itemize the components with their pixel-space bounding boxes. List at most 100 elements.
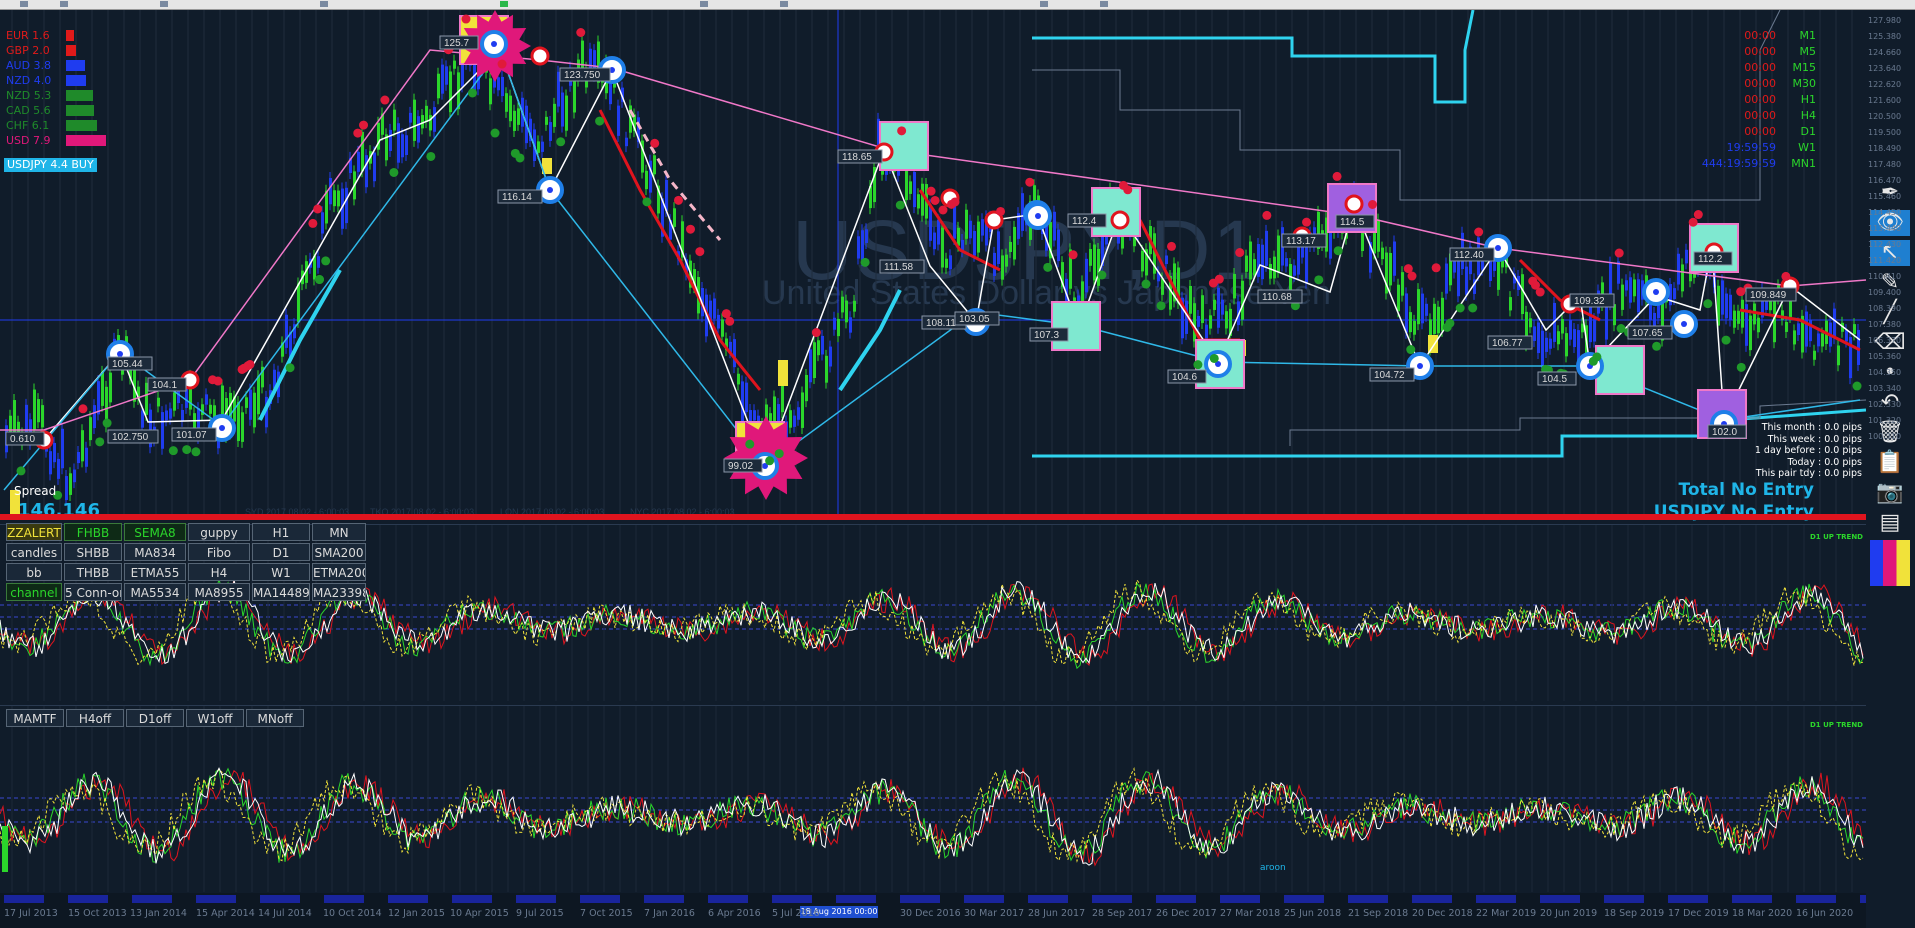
clipboard-icon[interactable]: 📋	[1870, 450, 1910, 476]
indicator-toggle-etma200[interactable]: ETMA200	[312, 563, 366, 581]
toolbar-icon[interactable]	[700, 1, 708, 7]
candle-body	[969, 220, 972, 239]
fractal-down-dot	[168, 446, 178, 456]
strength-row: EUR 1.6	[4, 28, 134, 43]
color-palette-icon[interactable]	[1870, 540, 1910, 586]
fractal-up-dot	[380, 95, 390, 105]
candle-body	[253, 392, 256, 428]
toolbar-icon[interactable]	[320, 1, 328, 7]
timeframe-countdown: 00:00	[1744, 77, 1776, 90]
candle-body	[1241, 280, 1244, 320]
indicator-toggle-bb[interactable]: bb	[6, 563, 62, 581]
price-axis-label: 121.600	[1868, 96, 1902, 105]
candle-body	[1569, 319, 1572, 340]
candle-body	[781, 382, 784, 413]
mtf-toggle-w1off[interactable]: W1off	[186, 709, 244, 727]
candle-body	[977, 221, 980, 253]
strength-bar	[66, 105, 94, 116]
indicator-toggle-guppy[interactable]: guppy	[188, 523, 250, 541]
oscillator-pane-2[interactable]: D1 UP TREND aroon	[0, 705, 1866, 892]
indicator-toggle-h4[interactable]: H4	[188, 563, 250, 581]
total-no-entry-label: Total No Entry	[1678, 480, 1815, 500]
indicator-toggle-ma14489[interactable]: MA14489	[252, 583, 310, 601]
candle-body	[1085, 258, 1088, 293]
candle-body	[1561, 319, 1564, 334]
indicator-toggle-sma200[interactable]: SMA200	[312, 543, 366, 561]
date-tick-marker	[580, 895, 620, 903]
candle-body	[513, 110, 516, 131]
price-chart-canvas[interactable]: 105.44 104.1 0.610 102.750 101.07 125.7 123.75…	[0, 10, 1866, 517]
timeframe-name: H1	[1800, 93, 1816, 106]
candle-body	[1757, 317, 1760, 333]
toolbar-icon[interactable]	[780, 1, 788, 7]
candle-body	[1377, 219, 1380, 252]
indicator-toggle-candles[interactable]: candles	[6, 543, 62, 561]
price-point-label: 111.58	[884, 262, 914, 273]
strength-label: CAD 5.6	[6, 104, 51, 117]
candle-body	[625, 137, 628, 147]
pane-separator[interactable]	[0, 514, 1866, 520]
fractal-up-dot	[461, 14, 471, 24]
pivot-ring-center	[219, 425, 225, 431]
candle-body	[345, 187, 348, 224]
oscillator-2-canvas[interactable]	[0, 706, 1866, 892]
candle-body	[1397, 284, 1400, 312]
price-chart-pane[interactable]: USDJPY,D1 United States Dollar vs Japane…	[0, 10, 1866, 522]
candle-body	[845, 300, 848, 323]
indicator-toggle-channel[interactable]: channel	[6, 583, 62, 601]
indicator-toggle-shbb[interactable]: SHBB	[64, 543, 122, 561]
toolbar-icon[interactable]	[20, 1, 28, 7]
candle-body	[1509, 297, 1512, 311]
candle-body	[85, 447, 88, 467]
toolbar-icon[interactable]	[160, 1, 168, 7]
indicator-toggle-d1[interactable]: D1	[252, 543, 310, 561]
timeframe-name: W1	[1798, 141, 1816, 154]
indicator-toggle-fhbb[interactable]: FHBB	[64, 523, 122, 541]
mtf-toggle-d1off[interactable]: D1off	[126, 709, 184, 727]
indicator-toggle-ma5534[interactable]: MA5534	[124, 583, 186, 601]
indicator-toggle-ma23398[interactable]: MA23398	[312, 583, 366, 601]
strength-label: NZD 5.3	[6, 89, 52, 102]
indicator-toggle-etma55[interactable]: ETMA55	[124, 563, 186, 581]
indicator-toggle-fibo[interactable]: Fibo	[188, 543, 250, 561]
timeframe-countdown: 00:00	[1744, 61, 1776, 74]
toolbar-icon[interactable]	[500, 1, 508, 7]
indicator-toggle-5-conn-on[interactable]: 5 Conn-on	[64, 583, 122, 601]
toolbar-icon[interactable]	[1040, 1, 1048, 7]
notes-icon[interactable]: ▤	[1870, 510, 1910, 536]
mtf-toggle-mnoff[interactable]: MNoff	[246, 709, 304, 727]
indicator-toggle-ma834[interactable]: MA834	[124, 543, 186, 561]
fractal-up-dot	[673, 195, 683, 205]
candle-body	[1213, 299, 1216, 310]
indicator-toggle-ma8955[interactable]: MA8955	[188, 583, 250, 601]
candle-body	[541, 141, 544, 152]
candle-body	[181, 409, 184, 421]
candle-body	[1261, 244, 1264, 280]
indicator-toggle-w1[interactable]: W1	[252, 563, 310, 581]
candle-body	[1733, 310, 1736, 328]
indicator-toggle-mn[interactable]: MN	[312, 523, 366, 541]
top-toolbar[interactable]	[0, 0, 1915, 10]
candle-body	[1097, 248, 1100, 286]
price-axis-label: 101.320	[1868, 416, 1902, 425]
fractal-up-dot	[725, 316, 735, 326]
mtf-toggle-mamtf[interactable]: MAMTF	[6, 709, 64, 727]
toolbar-icon[interactable]	[1100, 1, 1108, 7]
toolbar-icon[interactable]	[60, 1, 68, 7]
indicator-toggle-sema8[interactable]: SEMA8	[124, 523, 186, 541]
candle-body	[441, 64, 444, 94]
candle-body	[321, 212, 324, 234]
time-axis-label: 13 Jan 2014	[130, 908, 187, 919]
indicator-toggle-h1[interactable]: H1	[252, 523, 310, 541]
candle-body	[1001, 255, 1004, 280]
candle-body	[97, 381, 100, 415]
indicator-toggle-zzalert[interactable]: ZZALERT	[6, 523, 62, 541]
signal-label: USDJPY 4.4 BUY	[4, 158, 97, 172]
mtf-toggle-h4off[interactable]: H4off	[66, 709, 124, 727]
date-tick-marker	[836, 895, 876, 903]
price-axis-label: 114.450	[1868, 208, 1902, 217]
indicator-toggle-thbb[interactable]: THBB	[64, 563, 122, 581]
camera-icon[interactable]: 📷	[1870, 480, 1910, 506]
timeframe-name: M1	[1799, 29, 1817, 42]
candle-body	[1225, 311, 1228, 329]
